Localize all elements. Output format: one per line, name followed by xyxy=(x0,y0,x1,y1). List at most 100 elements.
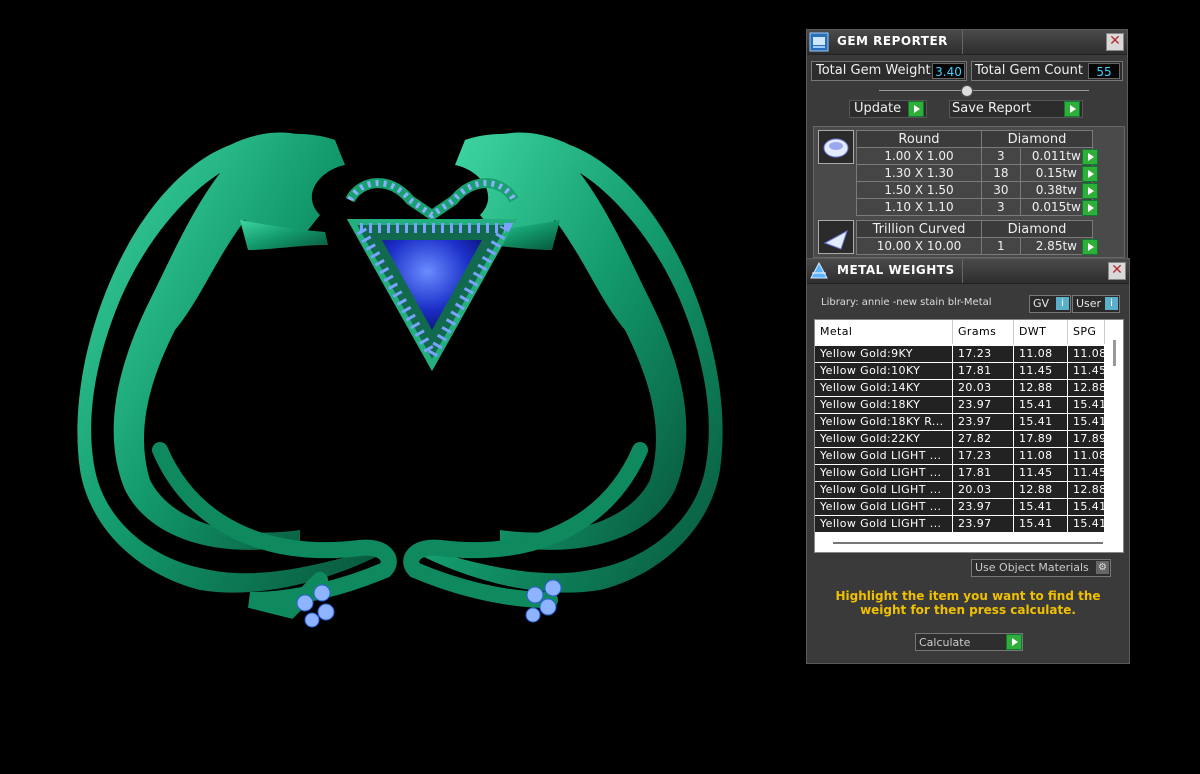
calculate-go-icon xyxy=(1006,634,1022,650)
horizontal-scrollbar[interactable] xyxy=(833,542,1103,544)
metal-name: Yellow Gold LIGHT ... xyxy=(815,448,953,464)
trillion-gem-icon xyxy=(823,229,848,250)
round-diamond-table: Round Diamond 1.00 X 1.00 3 0.011tw 1.30… xyxy=(856,130,1094,216)
gem-row-go-icon[interactable] xyxy=(1082,239,1098,255)
gem-row[interactable]: 1.10 X 1.10 3 0.015tw xyxy=(856,198,1094,216)
jewelry-model xyxy=(77,132,723,628)
total-gem-count-box: Total Gem Count 55 xyxy=(971,61,1123,81)
close-icon[interactable]: ✕ xyxy=(1106,33,1124,51)
save-report-go-icon xyxy=(1064,101,1080,117)
calculate-label: Calculate xyxy=(919,636,971,649)
metal-grams: 23.97 xyxy=(953,397,1014,413)
round-gem-icon xyxy=(823,138,849,158)
metal-spg: 15.41 xyxy=(1068,499,1105,515)
update-button[interactable]: Update xyxy=(849,100,927,118)
metal-dwt: 15.41 xyxy=(1014,499,1068,515)
metal-name: Yellow Gold LIGHT ... xyxy=(815,516,953,532)
calculate-button[interactable]: Calculate xyxy=(915,633,1023,651)
gem-row[interactable]: 1.30 X 1.30 18 0.15tw xyxy=(856,164,1094,182)
metal-spg: 12.88 xyxy=(1068,482,1105,498)
gem-count: 3 xyxy=(981,198,1021,216)
gem-material: Diamond xyxy=(981,130,1093,148)
metal-spg: 15.41 xyxy=(1068,397,1105,413)
total-gem-weight-value: 3.40 xyxy=(932,63,965,79)
column-spg[interactable]: SPG xyxy=(1068,320,1105,344)
metal-dwt: 15.41 xyxy=(1014,397,1068,413)
metal-grams: 17.81 xyxy=(953,465,1014,481)
gem-count: 3 xyxy=(981,147,1021,165)
gem-count: 30 xyxy=(981,181,1021,199)
gem-list: Round Diamond 1.00 X 1.00 3 0.011tw 1.30… xyxy=(813,126,1125,258)
metal-spg: 11.45 xyxy=(1068,363,1105,379)
user-toggle[interactable]: User i xyxy=(1072,295,1120,313)
metal-list[interactable]: Metal Grams DWT SPG Yellow Gold:9KY 17.23… xyxy=(814,319,1124,553)
gem-size: 1.00 X 1.00 xyxy=(856,147,982,165)
gem-size: 1.50 X 1.50 xyxy=(856,181,982,199)
3d-viewport[interactable] xyxy=(0,0,800,770)
metal-grams: 23.97 xyxy=(953,516,1014,532)
metal-grams: 17.23 xyxy=(953,448,1014,464)
gem-count: 18 xyxy=(981,164,1021,182)
save-report-button[interactable]: Save Report xyxy=(949,100,1083,118)
total-gem-weight-label: Total Gem Weight xyxy=(816,63,931,78)
metal-name: Yellow Gold:10KY xyxy=(815,363,953,379)
total-gem-weight-box: Total Gem Weight 3.40 xyxy=(811,61,967,81)
gem-row-go-icon[interactable] xyxy=(1082,200,1098,216)
gem-row[interactable]: 1.50 X 1.50 30 0.38tw xyxy=(856,181,1094,199)
update-label: Update xyxy=(854,101,902,116)
gv-label: GV xyxy=(1033,297,1050,310)
gem-material: Diamond xyxy=(981,220,1093,238)
metal-weights-panel: METAL WEIGHTS ✕ Library: annie -new stai… xyxy=(806,258,1130,664)
divider-slider[interactable] xyxy=(879,90,1089,91)
metal-spg: 11.08 xyxy=(1068,346,1105,362)
close-icon[interactable]: ✕ xyxy=(1108,262,1126,280)
metal-dwt: 11.08 xyxy=(1014,346,1068,362)
gem-size: 1.10 X 1.10 xyxy=(856,198,982,216)
metal-grams: 20.03 xyxy=(953,482,1014,498)
metal-dwt: 17.89 xyxy=(1014,431,1068,447)
metal-grams: 27.82 xyxy=(953,431,1014,447)
gem-shape: Trillion Curved xyxy=(856,220,982,238)
update-go-icon xyxy=(908,101,924,117)
metal-name: Yellow Gold LIGHT ... xyxy=(815,482,953,498)
metal-weights-title: METAL WEIGHTS xyxy=(837,263,955,277)
metal-dwt: 11.45 xyxy=(1014,363,1068,379)
user-label: User xyxy=(1076,297,1102,310)
trillion-gem-thumbnail[interactable] xyxy=(818,220,854,254)
metal-name: Yellow Gold:18KY xyxy=(815,397,953,413)
gem-row-go-icon[interactable] xyxy=(1082,183,1098,199)
metal-dwt: 11.08 xyxy=(1014,448,1068,464)
gem-reporter-titlebar[interactable]: GEM REPORTER ✕ xyxy=(807,30,1127,55)
gem-count: 1 xyxy=(981,237,1021,255)
gem-row-go-icon[interactable] xyxy=(1082,166,1098,182)
metal-spg: 17.89 xyxy=(1068,431,1105,447)
column-dwt[interactable]: DWT xyxy=(1014,320,1068,344)
gv-toggle[interactable]: GV i xyxy=(1029,295,1071,313)
metal-weights-titlebar[interactable]: METAL WEIGHTS ✕ xyxy=(807,259,1129,284)
column-metal[interactable]: Metal xyxy=(815,320,953,344)
gem-row-go-icon[interactable] xyxy=(1082,149,1098,165)
metal-dwt: 12.88 xyxy=(1014,482,1068,498)
metal-grams: 23.97 xyxy=(953,414,1014,430)
metal-name: Yellow Gold:18KY R... xyxy=(815,414,953,430)
save-report-label: Save Report xyxy=(952,101,1032,116)
gem-reporter-icon xyxy=(809,32,829,52)
metal-grams: 20.03 xyxy=(953,380,1014,396)
gem-size: 1.30 X 1.30 xyxy=(856,164,982,182)
vertical-scrollbar[interactable] xyxy=(1113,340,1116,366)
metal-spg: 15.41 xyxy=(1068,516,1105,532)
metal-grams: 17.23 xyxy=(953,346,1014,362)
metal-grams: 17.81 xyxy=(953,363,1014,379)
total-gem-count-value: 55 xyxy=(1088,63,1120,79)
gem-row[interactable]: 10.00 X 10.00 1 2.85tw xyxy=(856,237,1094,255)
library-label: Library: annie -new stain blr-Metal xyxy=(821,297,992,308)
column-grams[interactable]: Grams xyxy=(953,320,1014,344)
gv-info-icon: i xyxy=(1056,297,1069,310)
gem-row[interactable]: 1.00 X 1.00 3 0.011tw xyxy=(856,147,1094,165)
metal-dwt: 11.45 xyxy=(1014,465,1068,481)
gem-shape: Round xyxy=(856,130,982,148)
metal-dwt: 15.41 xyxy=(1014,414,1068,430)
round-gem-thumbnail[interactable] xyxy=(818,130,854,164)
use-object-materials-select[interactable]: Use Object Materials ⚙ xyxy=(971,559,1111,577)
slider-handle[interactable] xyxy=(961,85,973,97)
